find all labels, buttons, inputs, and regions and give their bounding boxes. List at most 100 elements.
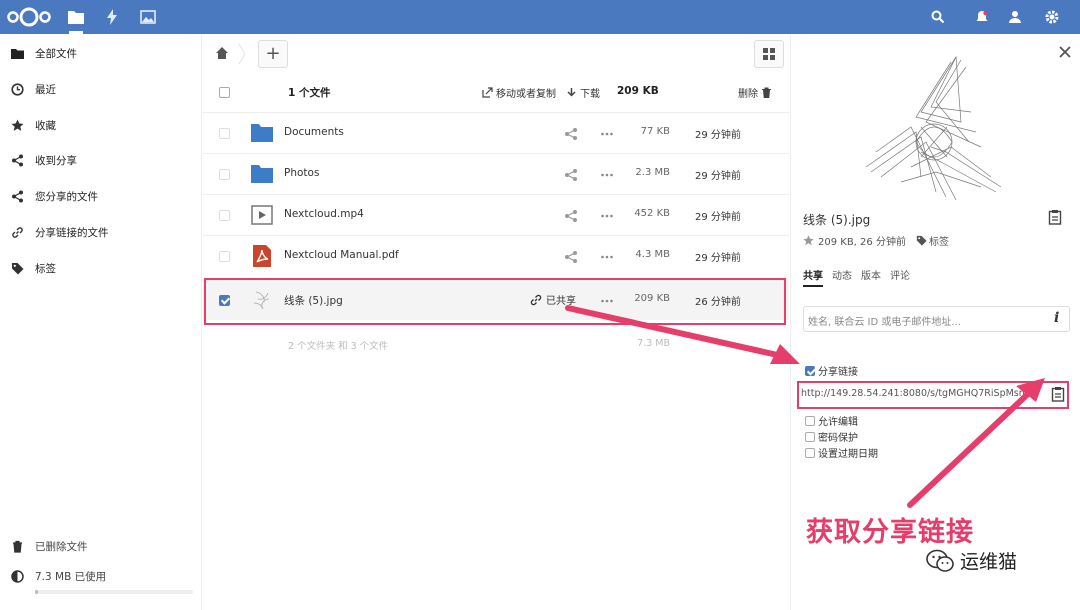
tab-sharing[interactable]: 共享 — [803, 267, 823, 287]
file-modified: 29 分钟前 — [695, 130, 741, 141]
nextcloud-logo[interactable] — [4, 4, 54, 30]
share-with-input[interactable]: 姓名, 联合云 ID 或电子邮件地址... — [803, 306, 1070, 332]
share-link-url[interactable]: http://149.28.54.241:8080/s/tgMGHQ7RiSpM… — [801, 388, 1041, 399]
file-row-nextcloud-mp4[interactable]: Nextcloud.mp4 452 KB 29 分钟前 — [203, 194, 789, 235]
settings-icon[interactable] — [1044, 9, 1060, 25]
home-icon[interactable] — [215, 46, 229, 60]
expiration-date-checkbox[interactable] — [805, 447, 815, 458]
watermark: 运维猫 — [925, 547, 1017, 574]
search-icon[interactable] — [930, 9, 946, 25]
tag-icon — [12, 263, 24, 275]
file-modified: 26 分钟前 — [695, 297, 741, 308]
folder-icon — [11, 49, 24, 59]
close-icon[interactable] — [1059, 46, 1071, 58]
file-row-documents[interactable]: Documents 77 KB 29 分钟前 — [203, 112, 789, 153]
video-file-icon — [251, 205, 273, 225]
nav-label: 收藏 — [35, 120, 56, 132]
tab-versions[interactable]: 版本 — [861, 267, 881, 287]
row-checkbox[interactable] — [219, 210, 230, 221]
breadcrumb-separator — [238, 44, 246, 64]
nav-shared-by-you[interactable]: 您分享的文件 — [0, 178, 202, 214]
file-name[interactable]: Nextcloud Manual.pdf — [284, 249, 399, 261]
file-row-photos[interactable]: Photos 2.3 MB 29 分钟前 — [203, 153, 789, 194]
activity-icon[interactable] — [103, 8, 121, 26]
nav-tags[interactable]: 标签 — [0, 250, 202, 286]
gallery-icon[interactable] — [139, 8, 157, 26]
file-name[interactable]: 线条 (5).jpg — [284, 293, 343, 308]
shared-indicator[interactable]: 已共享 — [530, 292, 576, 307]
file-name[interactable]: Nextcloud.mp4 — [284, 208, 364, 220]
shared-label: 已共享 — [546, 296, 576, 307]
delete-label: 删除 — [738, 89, 758, 100]
nav-favorites[interactable]: 收藏 — [0, 107, 202, 143]
file-list-area: + 1 个文件 移动或者复制 下载 209 KB 删除 Documents 77… — [203, 34, 789, 610]
files-icon[interactable] — [67, 8, 85, 34]
option-label: 设置过期日期 — [818, 449, 878, 460]
password-protect-checkbox[interactable] — [805, 431, 815, 442]
share-icon — [12, 154, 23, 167]
option-label: 密码保护 — [818, 433, 858, 444]
nav-recent[interactable]: 最近 — [0, 71, 202, 107]
selected-count: 1 个文件 — [288, 87, 331, 99]
allow-editing-option[interactable]: 允许编辑 — [805, 413, 858, 428]
navigation-sidebar: 全部文件 最近 收藏 收到分享 您分享的文件 分享链接的文件 标签 已删除文件 … — [0, 34, 202, 610]
watermark-text: 运维猫 — [960, 551, 1018, 573]
share-icon[interactable] — [564, 168, 578, 182]
file-list-header: 1 个文件 移动或者复制 下载 209 KB 删除 — [203, 74, 789, 110]
select-all-checkbox[interactable] — [219, 87, 230, 98]
tag-icon — [916, 235, 927, 246]
nav-shared-by-link[interactable]: 分享链接的文件 — [0, 214, 202, 250]
callout-text: 获取分享链接 — [806, 517, 974, 548]
file-modified: 29 分钟前 — [695, 212, 741, 223]
file-size: 2.3 MB — [635, 167, 670, 178]
file-name[interactable]: Documents — [284, 126, 344, 138]
nav-label: 收到分享 — [35, 155, 77, 167]
new-button[interactable]: + — [258, 40, 288, 68]
contacts-icon[interactable] — [1007, 9, 1023, 25]
file-size: 4.3 MB — [635, 249, 670, 260]
nav-label: 最近 — [35, 84, 56, 96]
file-size: 452 KB — [634, 208, 670, 219]
clipboard-icon[interactable] — [1048, 209, 1062, 225]
clipboard-icon[interactable] — [1051, 386, 1065, 402]
download-icon — [567, 88, 576, 97]
share-link-toggle[interactable]: 分享链接 — [805, 363, 858, 378]
file-size: 77 KB — [640, 126, 670, 137]
allow-editing-checkbox[interactable] — [805, 415, 815, 426]
pdf-file-icon — [253, 245, 271, 267]
share-link-checkbox[interactable] — [805, 365, 815, 376]
delete-action[interactable]: 删除 — [738, 85, 772, 100]
nav-all-files[interactable]: 全部文件 — [0, 35, 202, 71]
notifications-icon[interactable] — [974, 9, 990, 25]
file-modified: 29 分钟前 — [695, 253, 741, 264]
tab-comments[interactable]: 评论 — [890, 267, 910, 287]
expiration-date-option[interactable]: 设置过期日期 — [805, 445, 878, 460]
star-icon[interactable] — [803, 235, 814, 246]
password-protect-option[interactable]: 密码保护 — [805, 429, 858, 444]
share-icon[interactable] — [564, 209, 578, 223]
file-row-nextcloud-manual[interactable]: Nextcloud Manual.pdf 4.3 MB 29 分钟前 — [203, 235, 789, 276]
file-modified: 29 分钟前 — [695, 171, 741, 182]
nav-label: 您分享的文件 — [35, 191, 98, 203]
share-icon[interactable] — [564, 127, 578, 141]
grid-view-toggle[interactable] — [754, 40, 784, 68]
row-checkbox[interactable] — [219, 128, 230, 139]
link-icon — [530, 294, 542, 305]
trash-icon — [13, 540, 22, 553]
tab-activity[interactable]: 动态 — [832, 267, 852, 287]
nav-shared-with-you[interactable]: 收到分享 — [0, 142, 202, 178]
info-icon[interactable]: i — [1054, 310, 1059, 326]
download-action[interactable]: 下载 — [566, 85, 600, 100]
row-checkbox[interactable] — [219, 251, 230, 262]
top-bar — [0, 0, 1080, 34]
selected-size: 209 KB — [617, 85, 659, 97]
pie-chart-icon — [11, 570, 24, 583]
file-row-xiantiao-jpg[interactable]: 线条 (5).jpg 已共享 209 KB 26 分钟前 — [203, 279, 789, 320]
quota-info: 7.3 MB 已使用 — [0, 558, 202, 594]
tags-button[interactable]: 标签 — [916, 233, 949, 248]
row-checkbox[interactable] — [219, 295, 230, 306]
file-name[interactable]: Photos — [284, 167, 319, 179]
share-icon[interactable] — [564, 250, 578, 264]
row-checkbox[interactable] — [219, 169, 230, 180]
move-copy-action[interactable]: 移动或者复制 — [482, 85, 556, 100]
